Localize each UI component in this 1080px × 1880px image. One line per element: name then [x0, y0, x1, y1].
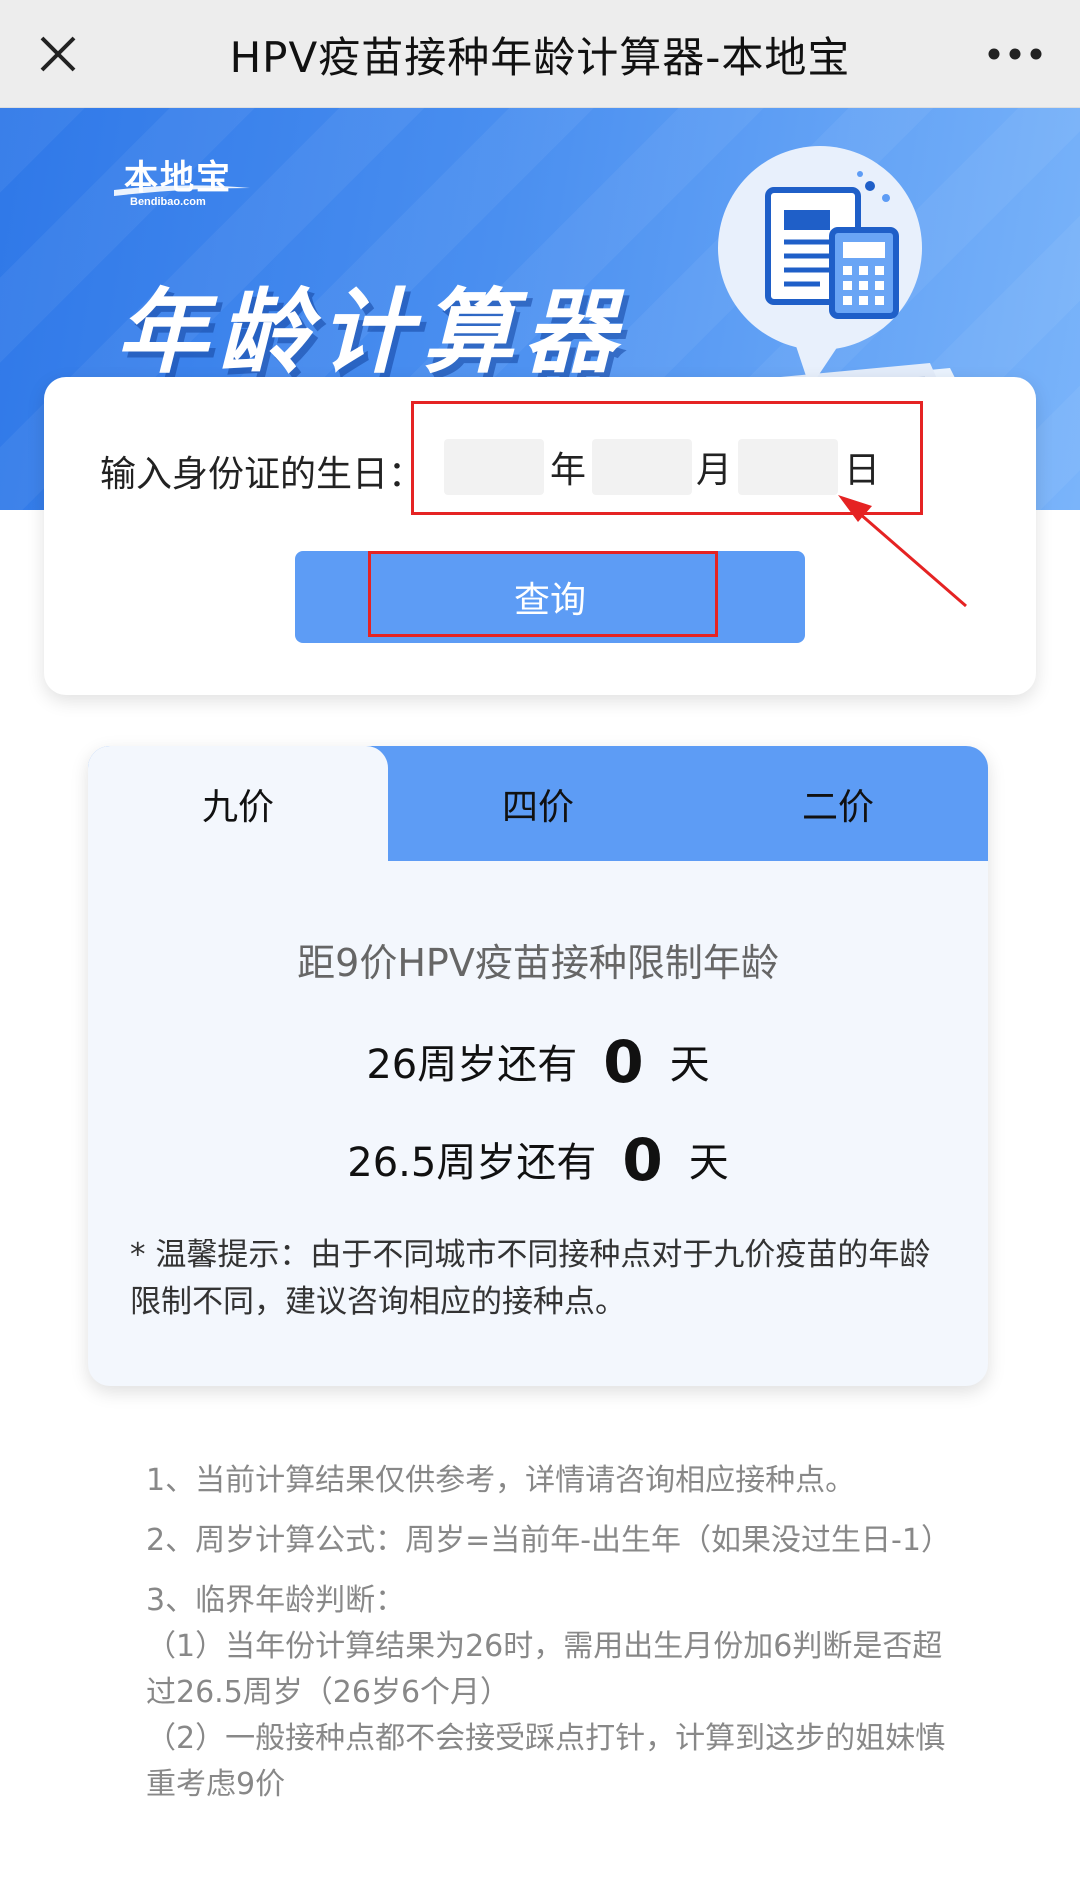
month-input[interactable] — [592, 439, 692, 495]
note-item: （2）一般接种点都不会接受踩点打针，计算到这步的姐妹慎重考虑9价 — [146, 1721, 946, 1802]
notes-section: 1、当前计算结果仅供参考，详情请咨询相应接种点。 2、周岁计算公式：周岁=当前年… — [146, 1458, 951, 1808]
age-26-5-days: 0 — [622, 1126, 663, 1194]
tab-two-valent[interactable]: 二价 — [688, 746, 988, 861]
bendibao-logo: 本地宝 Bendibao.com — [112, 150, 262, 222]
warm-tip: * 温馨提示：由于不同城市不同接种点对于九价疫苗的年龄限制不同，建议咨询相应的接… — [130, 1237, 931, 1320]
top-bar: HPV疫苗接种年龄计算器-本地宝 — [0, 0, 1080, 108]
close-button[interactable] — [22, 18, 94, 90]
age-26-row: 26周岁还有 0 天 — [88, 1028, 988, 1096]
tab-nine-valent[interactable]: 九价 — [88, 746, 388, 861]
birthday-input-card: 输入身份证的生日： 年 月 日 查询 — [44, 377, 1036, 695]
note-item: 2、周岁计算公式：周岁=当前年-出生年（如果没过生日-1） — [146, 1523, 951, 1558]
year-input[interactable] — [444, 439, 544, 495]
vaccine-tabs: 九价 四价 二价 — [88, 746, 988, 861]
close-icon — [40, 36, 76, 72]
query-button-label: 查询 — [513, 580, 586, 621]
age-26-suffix: 天 — [669, 1042, 710, 1088]
age-26-days: 0 — [603, 1028, 644, 1096]
year-unit-label: 年 — [550, 450, 587, 491]
age-26-5-prefix: 26.5周岁还有 — [347, 1140, 597, 1186]
day-unit-label: 日 — [844, 450, 881, 491]
result-heading: 距9价HPV疫苗接种限制年龄 — [297, 941, 779, 985]
birthday-label: 输入身份证的生日： — [100, 454, 425, 495]
more-button[interactable] — [970, 18, 1060, 90]
logo-subtext: Bendibao.com — [130, 196, 206, 208]
age-26-5-suffix: 天 — [688, 1140, 729, 1186]
result-card: 九价 四价 二价 距9价HPV疫苗接种限制年龄 26周岁还有 0 天 26.5周岁还… — [88, 746, 988, 1386]
month-unit-label: 月 — [696, 450, 733, 491]
more-dots-icon — [988, 48, 1042, 60]
age-26-5-row: 26.5周岁还有 0 天 — [88, 1126, 988, 1194]
day-input[interactable] — [738, 439, 838, 495]
page: HPV疫苗接种年龄计算器-本地宝 本地宝 Bendibao.com 年龄计算器 — [0, 0, 1080, 1880]
tab-four-valent[interactable]: 四价 — [388, 746, 688, 861]
note-item: 1、当前计算结果仅供参考，详情请咨询相应接种点。 — [146, 1463, 856, 1498]
note-item: （1）当年份计算结果为26时，需用出生月份加6判断是否超过26.5周岁（26岁6… — [146, 1629, 943, 1710]
query-button[interactable]: 查询 — [295, 551, 805, 643]
page-title: HPV疫苗接种年龄计算器-本地宝 — [229, 32, 851, 82]
note-item: 3、临界年龄判断： — [146, 1583, 406, 1618]
banner-title: 年龄计算器 — [116, 279, 627, 386]
age-26-prefix: 26周岁还有 — [366, 1042, 578, 1088]
